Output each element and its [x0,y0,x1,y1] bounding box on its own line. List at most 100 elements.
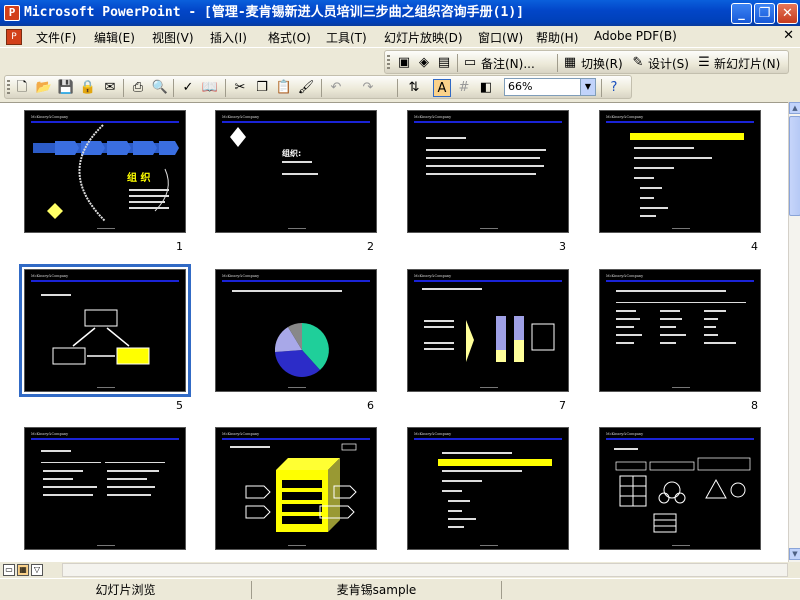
email-icon[interactable]: ✉ [101,79,119,97]
new-slide-button[interactable]: 新幻灯片(N) [714,55,780,72]
slide-graphic [230,127,318,175]
slide-sorter-toolbar: ▣ ◈ ▤ ▭ 备注(N)... ▦ 切换(R) ✎ 设计(S) ☰ 新幻灯片(… [384,50,789,74]
design-button[interactable]: 设计(S) [648,55,689,72]
slide-thumbnail[interactable]: McKinsey&Company [599,269,761,392]
help-icon[interactable]: ? [605,79,623,97]
slide-graphic [41,294,150,365]
slide-thumbnail[interactable]: McKinsey&Company [407,427,569,550]
slide-number: 4 [751,240,758,253]
scroll-down-icon[interactable]: ▼ [789,548,800,560]
window-title: Microsoft PowerPoint - [管理-麦肯锡新进人员培训三步曲之… [24,5,524,20]
toolbar-grip[interactable] [387,55,390,70]
transition-icon[interactable]: ▦ [561,54,579,72]
maximize-button[interactable]: ❐ [754,3,775,24]
slide-title: 组织: [282,149,302,158]
menu-bar: P 文件(F) 编辑(E) 视图(V) 插入(I) 格式(O) 工具(T) 幻灯… [0,26,800,48]
menu-adobe-pdf[interactable]: Adobe PDF(B) [594,29,677,43]
summary-slide-icon[interactable]: ◈ [415,54,433,72]
scroll-up-icon[interactable]: ▲ [789,102,800,114]
slide-title: 组 织 [127,173,151,184]
menu-tools[interactable]: 工具(T) [326,29,367,46]
document-icon[interactable]: P [6,29,22,45]
slide-thumbnail[interactable]: McKinsey&Company [215,427,377,550]
status-template: 麦肯锡sample [252,581,502,599]
menu-view[interactable]: 视图(V) [152,29,194,46]
menu-file[interactable]: 文件(F) [36,29,76,46]
permission-icon[interactable]: 🔒 [79,79,97,97]
slide-header: McKinsey&Company [414,432,452,436]
hide-slide-icon[interactable]: ▣ [395,54,413,72]
slide-header: McKinsey&Company [606,274,644,278]
status-bar: 幻灯片浏览 麦肯锡sample [0,578,800,600]
menu-edit[interactable]: 编辑(E) [94,29,135,46]
vertical-scrollbar[interactable]: ▲ ▼ [788,102,800,562]
slide-number: 8 [751,399,758,412]
slide-thumbnail[interactable]: McKinsey&Company 组织: [215,110,377,233]
slide-number: 1 [176,240,183,253]
notes-button[interactable]: 备注(N)... [481,55,535,72]
slide-number: 2 [367,240,374,253]
slide-thumbnail[interactable]: McKinsey&Company [407,110,569,233]
save-icon[interactable]: 💾 [57,79,75,97]
slide-graphic [614,448,751,533]
new-icon[interactable]: 🗋 [13,79,31,97]
status-view: 幻灯片浏览 [0,581,252,599]
horizontal-scrollbar[interactable] [62,563,788,577]
new-slide-icon[interactable]: ☰ [695,54,713,72]
slide-header: McKinsey&Company [31,432,69,436]
research-icon[interactable]: 📖 [201,79,219,97]
menu-insert[interactable]: 插入(I) [210,29,247,46]
cut-icon[interactable]: ✂ [231,79,249,97]
standard-toolbar: 🗋 📂 💾 🔒 ✉ ⎙ 🔍 ✓ 📖 ✂ ❐ 📋 🖌 ↶ ↷ ⇅ A # ◧ 66… [4,75,632,99]
slide-thumbnail-selected[interactable]: McKinsey&Company [19,264,191,397]
grid-icon[interactable]: # [455,79,473,97]
expand-icon[interactable]: ▤ [435,54,453,72]
menu-format[interactable]: 格式(O) [268,29,311,46]
menu-slideshow[interactable]: 幻灯片放映(D) [384,29,463,46]
copy-icon[interactable]: ❐ [253,79,271,97]
cube-diagram-graphic [230,443,357,532]
slide-thumbnail[interactable]: McKinsey&Company [407,269,569,392]
slide-thumbnail[interactable]: McKinsey&Company [599,110,761,233]
slide-header: McKinsey&Company [606,115,644,119]
slide-thumbnail[interactable]: McKinsey&Company [24,427,186,550]
design-icon[interactable]: ✎ [629,54,647,72]
spelling-icon[interactable]: ✓ [179,79,197,97]
redo-icon[interactable]: ↷ [359,79,377,97]
slide-thumbnail[interactable]: McKinsey&Company 组 织 [24,110,186,233]
slide-number: 7 [559,399,566,412]
slide-thumbnail[interactable]: McKinsey&Company [215,269,377,392]
slide-thumbnail[interactable]: McKinsey&Company [599,427,761,550]
paste-icon[interactable]: 📋 [275,79,293,97]
normal-view-icon[interactable]: ▭ [3,564,15,576]
menu-window[interactable]: 窗口(W) [478,29,523,46]
zoom-select[interactable]: 66% ▼ [504,78,596,96]
slide-sorter-view: McKinsey&Company 组 织 1 McKinsey&Company [0,102,788,562]
slide-number: 3 [559,240,566,253]
print-preview-icon[interactable]: 🔍 [151,79,169,97]
expand-all-icon[interactable]: ⇅ [405,79,423,97]
color-grayscale-icon[interactable]: ◧ [477,79,495,97]
status-empty [502,581,800,599]
minimize-button[interactable]: _ [731,3,752,24]
powerpoint-app-icon[interactable]: P [4,5,20,21]
format-painter-icon[interactable]: 🖌 [297,79,315,97]
undo-icon[interactable]: ↶ [327,79,345,97]
zoom-value: 66% [508,80,533,93]
slide-sorter-view-icon[interactable]: ▦ [17,564,29,576]
transition-button[interactable]: 切换(R) [581,55,623,72]
open-icon[interactable]: 📂 [35,79,53,97]
slide-graphic [33,124,179,222]
pie-chart-graphic [274,323,329,377]
slide-number: 5 [176,399,183,412]
slideshow-view-icon[interactable]: ▽ [31,564,43,576]
notes-icon[interactable]: ▭ [461,54,479,72]
slide-graphic [422,288,555,362]
print-icon[interactable]: ⎙ [129,79,147,97]
scroll-thumb[interactable] [789,116,800,216]
close-button[interactable]: ✕ [777,3,798,24]
menu-help[interactable]: 帮助(H) [536,29,578,46]
show-formatting-icon[interactable]: A [433,79,451,97]
chevron-down-icon[interactable]: ▼ [580,79,595,95]
document-close-icon[interactable]: ✕ [783,28,794,43]
